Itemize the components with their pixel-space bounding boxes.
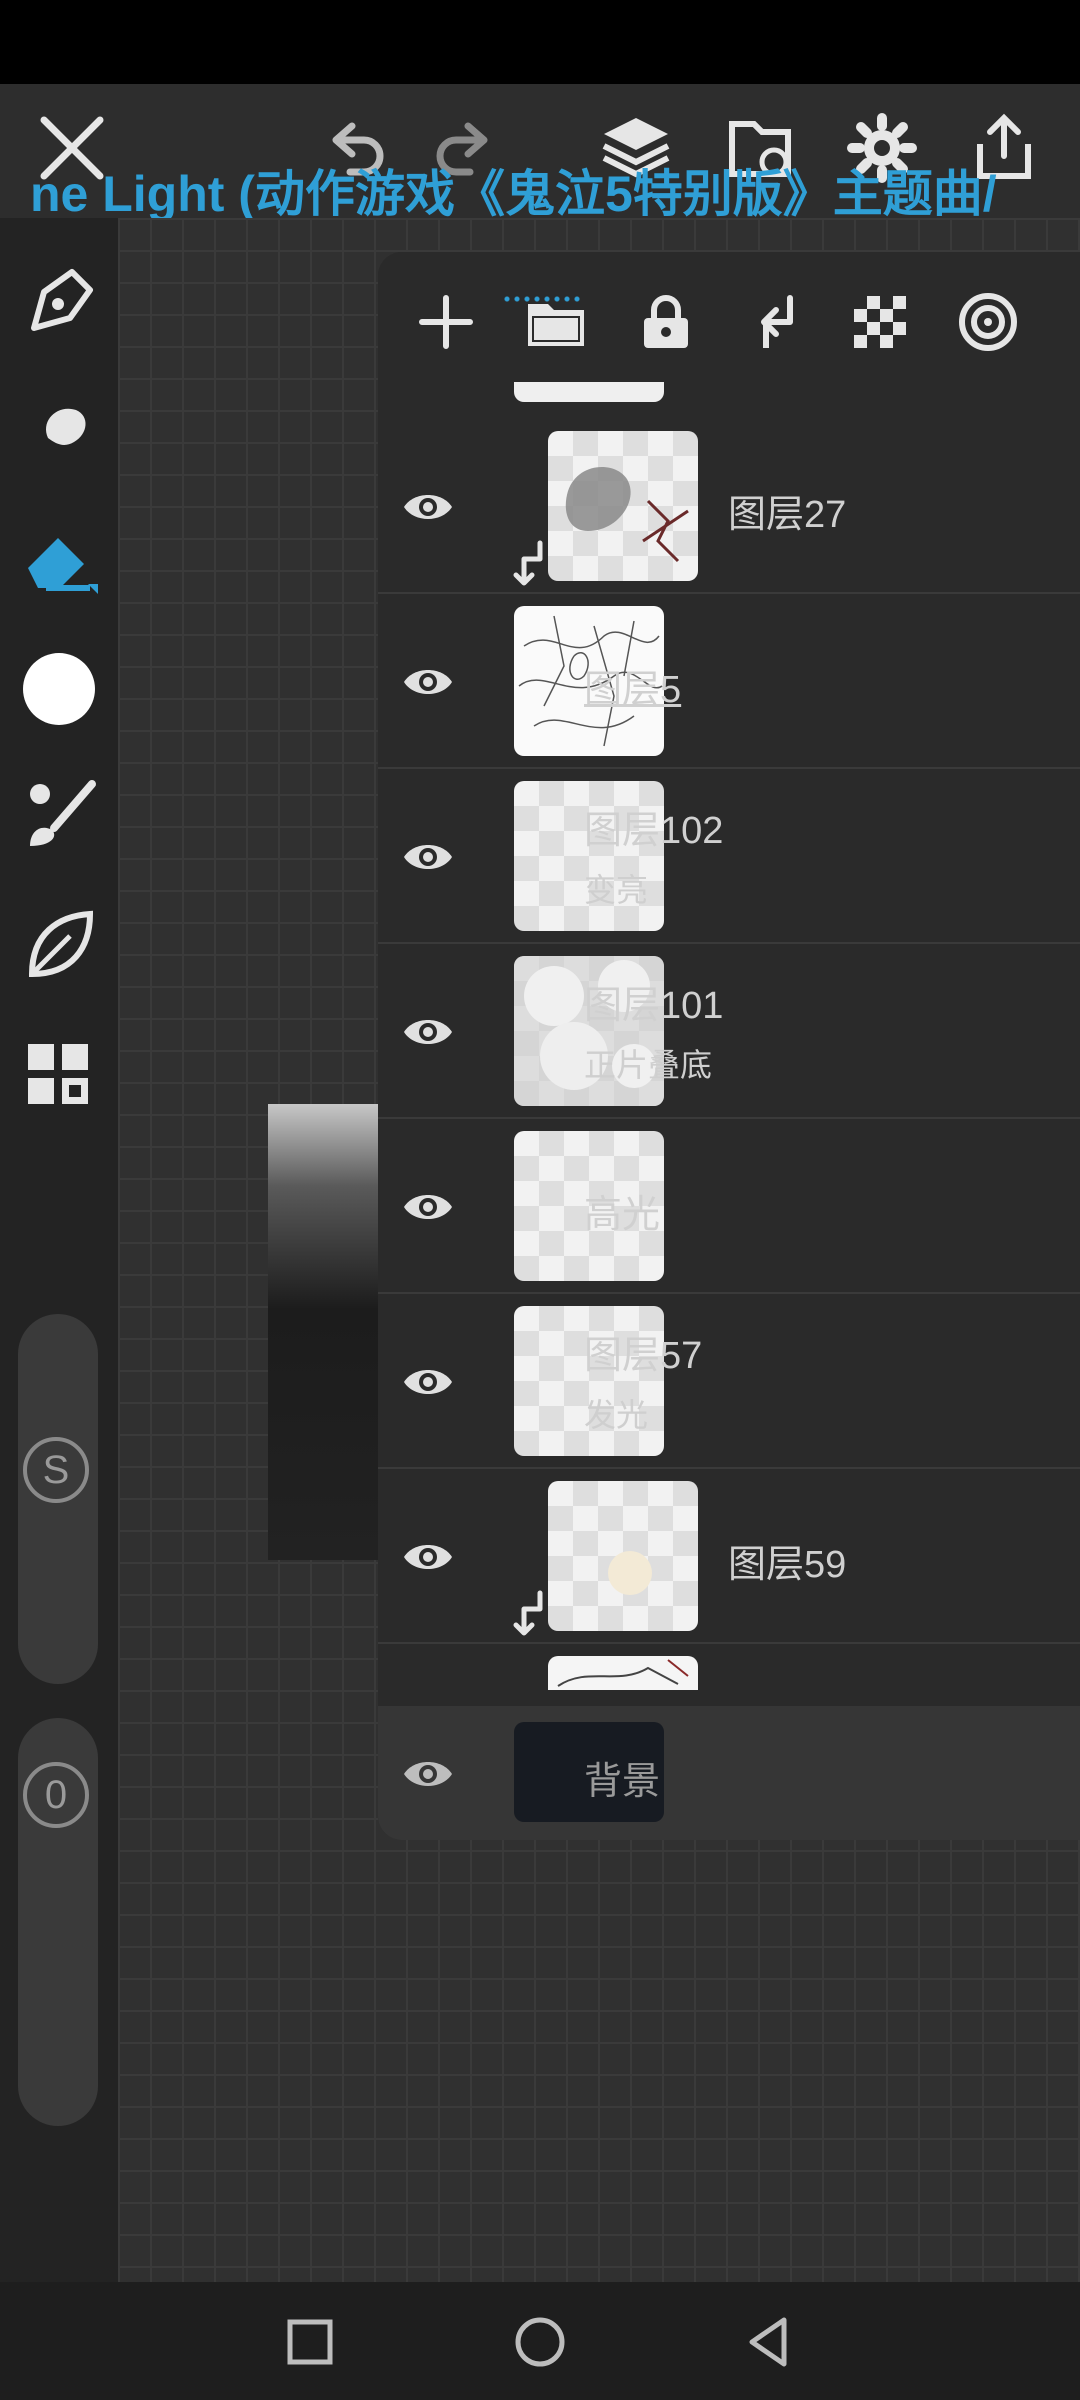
transparent-icon[interactable]: [848, 290, 912, 354]
layer-row[interactable]: 图层5: [378, 594, 1080, 769]
folder-icon[interactable]: [524, 290, 588, 354]
layer-row[interactable]: 图层59: [378, 1469, 1080, 1644]
layer-name: 图层5: [584, 669, 682, 711]
layer-thumbnail-partial: [548, 1656, 698, 1690]
smudge-icon[interactable]: [18, 390, 100, 472]
status-bar: [0, 0, 1080, 84]
layer-row[interactable]: 图层27: [378, 419, 1080, 594]
background-layer-row[interactable]: 背景: [378, 1706, 1080, 1840]
eye-icon[interactable]: [400, 1004, 456, 1060]
blend-mode-label: 正片叠底: [584, 1047, 713, 1083]
pen-icon[interactable]: [18, 262, 100, 344]
brush-picker-icon[interactable]: [18, 774, 100, 856]
layer-name: 图层57: [584, 1335, 703, 1377]
add-layer-icon[interactable]: [414, 290, 478, 354]
eye-icon[interactable]: [400, 829, 456, 885]
layer-panel: 图层27 图层5 图层102 变亮 图层101 正片叠底 高光 图层57 发光 …: [378, 252, 1080, 1840]
lock-icon[interactable]: [634, 290, 698, 354]
layer-row[interactable]: 图层57 发光: [378, 1294, 1080, 1469]
artwork-preview: [268, 1104, 380, 1560]
eraser-icon[interactable]: [18, 518, 100, 600]
layer-thumbnail: [548, 431, 698, 581]
opacity-label: 0: [23, 1762, 89, 1828]
background-layer-name: 背景: [584, 1761, 661, 1803]
leaf-icon[interactable]: [18, 904, 100, 986]
layer-name: 图层102: [584, 810, 724, 852]
layer-row[interactable]: 图层101 正片叠底: [378, 944, 1080, 1119]
recents-icon[interactable]: [280, 2312, 340, 2372]
layer-row[interactable]: 高光: [378, 1119, 1080, 1294]
back-icon[interactable]: [740, 2312, 800, 2372]
color-swatch[interactable]: [18, 648, 100, 730]
brush-size-label: S: [23, 1437, 89, 1503]
clip-icon[interactable]: [742, 290, 806, 354]
blend-target-icon[interactable]: [956, 290, 1020, 354]
clip-indicator-icon: [510, 539, 546, 587]
eye-icon[interactable]: [400, 479, 456, 535]
layer-name: 图层27: [728, 494, 847, 536]
blend-mode-label: 变亮: [584, 872, 649, 908]
layer-thumbnail: [548, 1481, 698, 1631]
layer-panel-toolbar: [378, 252, 1080, 382]
clip-indicator-icon: [510, 1589, 546, 1637]
eye-icon[interactable]: [400, 1354, 456, 1410]
layer-name: 高光: [584, 1194, 661, 1236]
grid-icon[interactable]: [18, 1034, 100, 1116]
layer-name: 图层101: [584, 985, 724, 1027]
layer-thumbnail-partial: [514, 382, 664, 402]
layer-row[interactable]: 图层102 变亮: [378, 769, 1080, 944]
eye-icon[interactable]: [400, 1529, 456, 1585]
layer-name: 图层59: [728, 1544, 847, 1586]
eye-icon[interactable]: [400, 1179, 456, 1235]
home-icon[interactable]: [510, 2312, 570, 2372]
eye-icon[interactable]: [400, 1746, 456, 1802]
blend-mode-label: 发光: [584, 1397, 649, 1433]
eye-icon[interactable]: [400, 654, 456, 710]
